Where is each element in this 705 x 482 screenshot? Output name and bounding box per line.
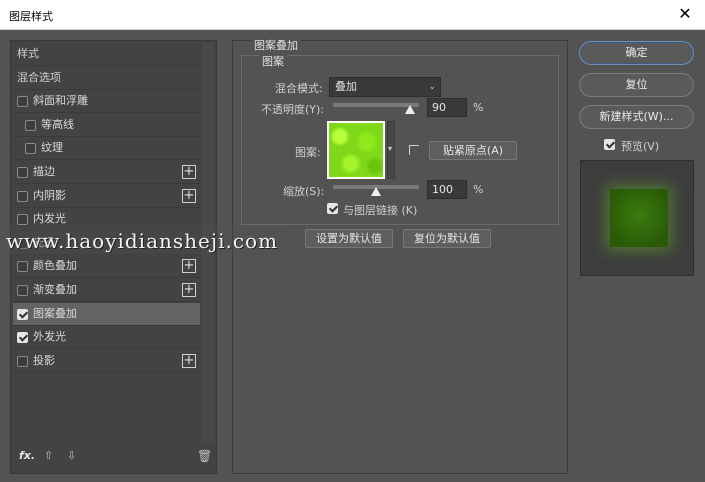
style-checkbox[interactable] <box>17 308 28 320</box>
style-checkbox[interactable] <box>17 214 28 226</box>
opacity-slider-thumb[interactable] <box>405 105 416 114</box>
preview-checkbox[interactable] <box>604 139 615 150</box>
style-row[interactable]: 纹理 <box>13 137 200 161</box>
blend-mode-label: 混合模式: <box>275 82 323 95</box>
style-row[interactable]: 图案叠加 <box>13 302 200 326</box>
style-checkbox[interactable] <box>17 332 28 344</box>
new-preset-icon[interactable] <box>409 145 419 155</box>
style-row-label: 样式 <box>17 47 39 60</box>
link-with-layer-checkbox[interactable] <box>327 203 338 214</box>
style-row-label: 图案叠加 <box>33 306 77 320</box>
style-row[interactable]: 渐变叠加 + <box>13 279 200 302</box>
add-effect-icon[interactable]: + <box>182 353 196 368</box>
style-row[interactable]: 混合选项 <box>13 67 200 90</box>
pattern-subgroup-title: 图案 <box>259 53 287 69</box>
group-title: 图案叠加 <box>251 37 301 53</box>
style-row-label: 斜面和浮雕 <box>33 94 88 108</box>
style-checkbox[interactable] <box>17 190 28 202</box>
style-preview <box>580 160 694 276</box>
reset-button[interactable]: 复位 <box>579 73 694 97</box>
preview-thumbnail <box>610 189 668 247</box>
style-row[interactable]: 外发光 <box>13 326 200 350</box>
styles-list-panel: 样式 混合选项 斜面和浮雕 等高线 纹理 描边 + 内阴影 + 内发光 光泽 颜色叠加 + 渐变叠加 + 图案… <box>10 40 217 474</box>
watermark-text: www.haoyidiansheji.com <box>0 227 285 255</box>
add-effect-icon[interactable]: + <box>182 259 196 274</box>
link-with-layer-label: 与图层链接 (K) <box>343 204 418 217</box>
blend-mode-value: 叠加 <box>335 80 357 93</box>
style-checkbox[interactable] <box>17 285 28 296</box>
style-checkbox[interactable] <box>17 96 28 108</box>
style-checkbox[interactable] <box>25 143 36 155</box>
style-row-label: 等高线 <box>41 117 74 131</box>
pattern-label: 图案: <box>295 146 321 159</box>
style-row-label: 混合选项 <box>17 70 61 84</box>
style-row-label: 外发光 <box>33 330 66 344</box>
ok-button[interactable]: 确定 <box>579 41 694 65</box>
opacity-label: 不透明度(Y): <box>261 103 325 116</box>
style-row[interactable]: 斜面和浮雕 <box>13 90 200 114</box>
preview-label: 预览(V) <box>621 140 660 153</box>
styles-list-footer: fx. ⇧ ⇩ 🗑 <box>11 443 216 473</box>
style-row-label: 描边 <box>33 165 55 178</box>
style-row[interactable]: 描边 + <box>13 161 200 184</box>
snap-to-origin-button[interactable]: 贴紧原点(A) <box>429 141 517 160</box>
trash-icon[interactable]: 🗑 <box>197 449 212 463</box>
add-effect-icon[interactable]: + <box>182 283 196 297</box>
blend-mode-select[interactable]: 叠加 ⌄ <box>329 77 441 97</box>
style-row-label: 渐变叠加 <box>33 283 77 296</box>
fx-icon[interactable]: fx. <box>19 449 35 462</box>
style-row[interactable]: 内阴影 + <box>13 185 200 208</box>
settings-panel: 图案叠加 图案 混合模式: 叠加 ⌄ 不透明度(Y): 90 % 图案: 贴紧原… <box>232 37 568 474</box>
add-effect-icon[interactable]: + <box>182 165 196 179</box>
reset-to-default-button[interactable]: 复位为默认值 <box>403 229 491 248</box>
pattern-picker-arrow[interactable] <box>387 121 395 179</box>
style-row[interactable]: 投影 + <box>13 350 200 373</box>
window-title: 图层样式 <box>9 10 53 23</box>
style-row-label: 纹理 <box>41 141 63 155</box>
title-bar: 图层样式 ✕ <box>0 0 705 30</box>
close-icon[interactable]: ✕ <box>675 4 695 24</box>
scale-label: 缩放(S): <box>283 185 325 198</box>
style-checkbox[interactable] <box>17 167 28 178</box>
scale-input[interactable]: 100 <box>427 180 467 199</box>
style-row-label: 颜色叠加 <box>33 259 77 273</box>
new-style-button[interactable]: 新建样式(W)... <box>579 105 694 129</box>
style-checkbox[interactable] <box>17 261 28 273</box>
add-effect-icon[interactable]: + <box>182 188 196 203</box>
style-row[interactable]: 样式 <box>13 43 200 66</box>
style-checkbox[interactable] <box>17 355 28 367</box>
set-as-default-button[interactable]: 设置为默认值 <box>305 229 393 248</box>
style-row-label: 投影 <box>33 353 55 367</box>
scale-unit: % <box>473 183 484 196</box>
pattern-swatch[interactable] <box>327 121 385 179</box>
style-row[interactable]: 等高线 <box>13 114 200 137</box>
opacity-unit: % <box>473 101 484 114</box>
scale-slider-thumb[interactable] <box>371 187 381 196</box>
move-up-icon[interactable]: ⇧ <box>44 449 53 462</box>
style-row-label: 内阴影 <box>33 188 66 202</box>
move-down-icon[interactable]: ⇩ <box>67 449 76 462</box>
chevron-down-icon: ⌄ <box>428 82 436 92</box>
style-row[interactable]: 颜色叠加 + <box>13 255 200 279</box>
opacity-input[interactable]: 90 <box>427 98 467 117</box>
style-checkbox[interactable] <box>25 119 36 131</box>
